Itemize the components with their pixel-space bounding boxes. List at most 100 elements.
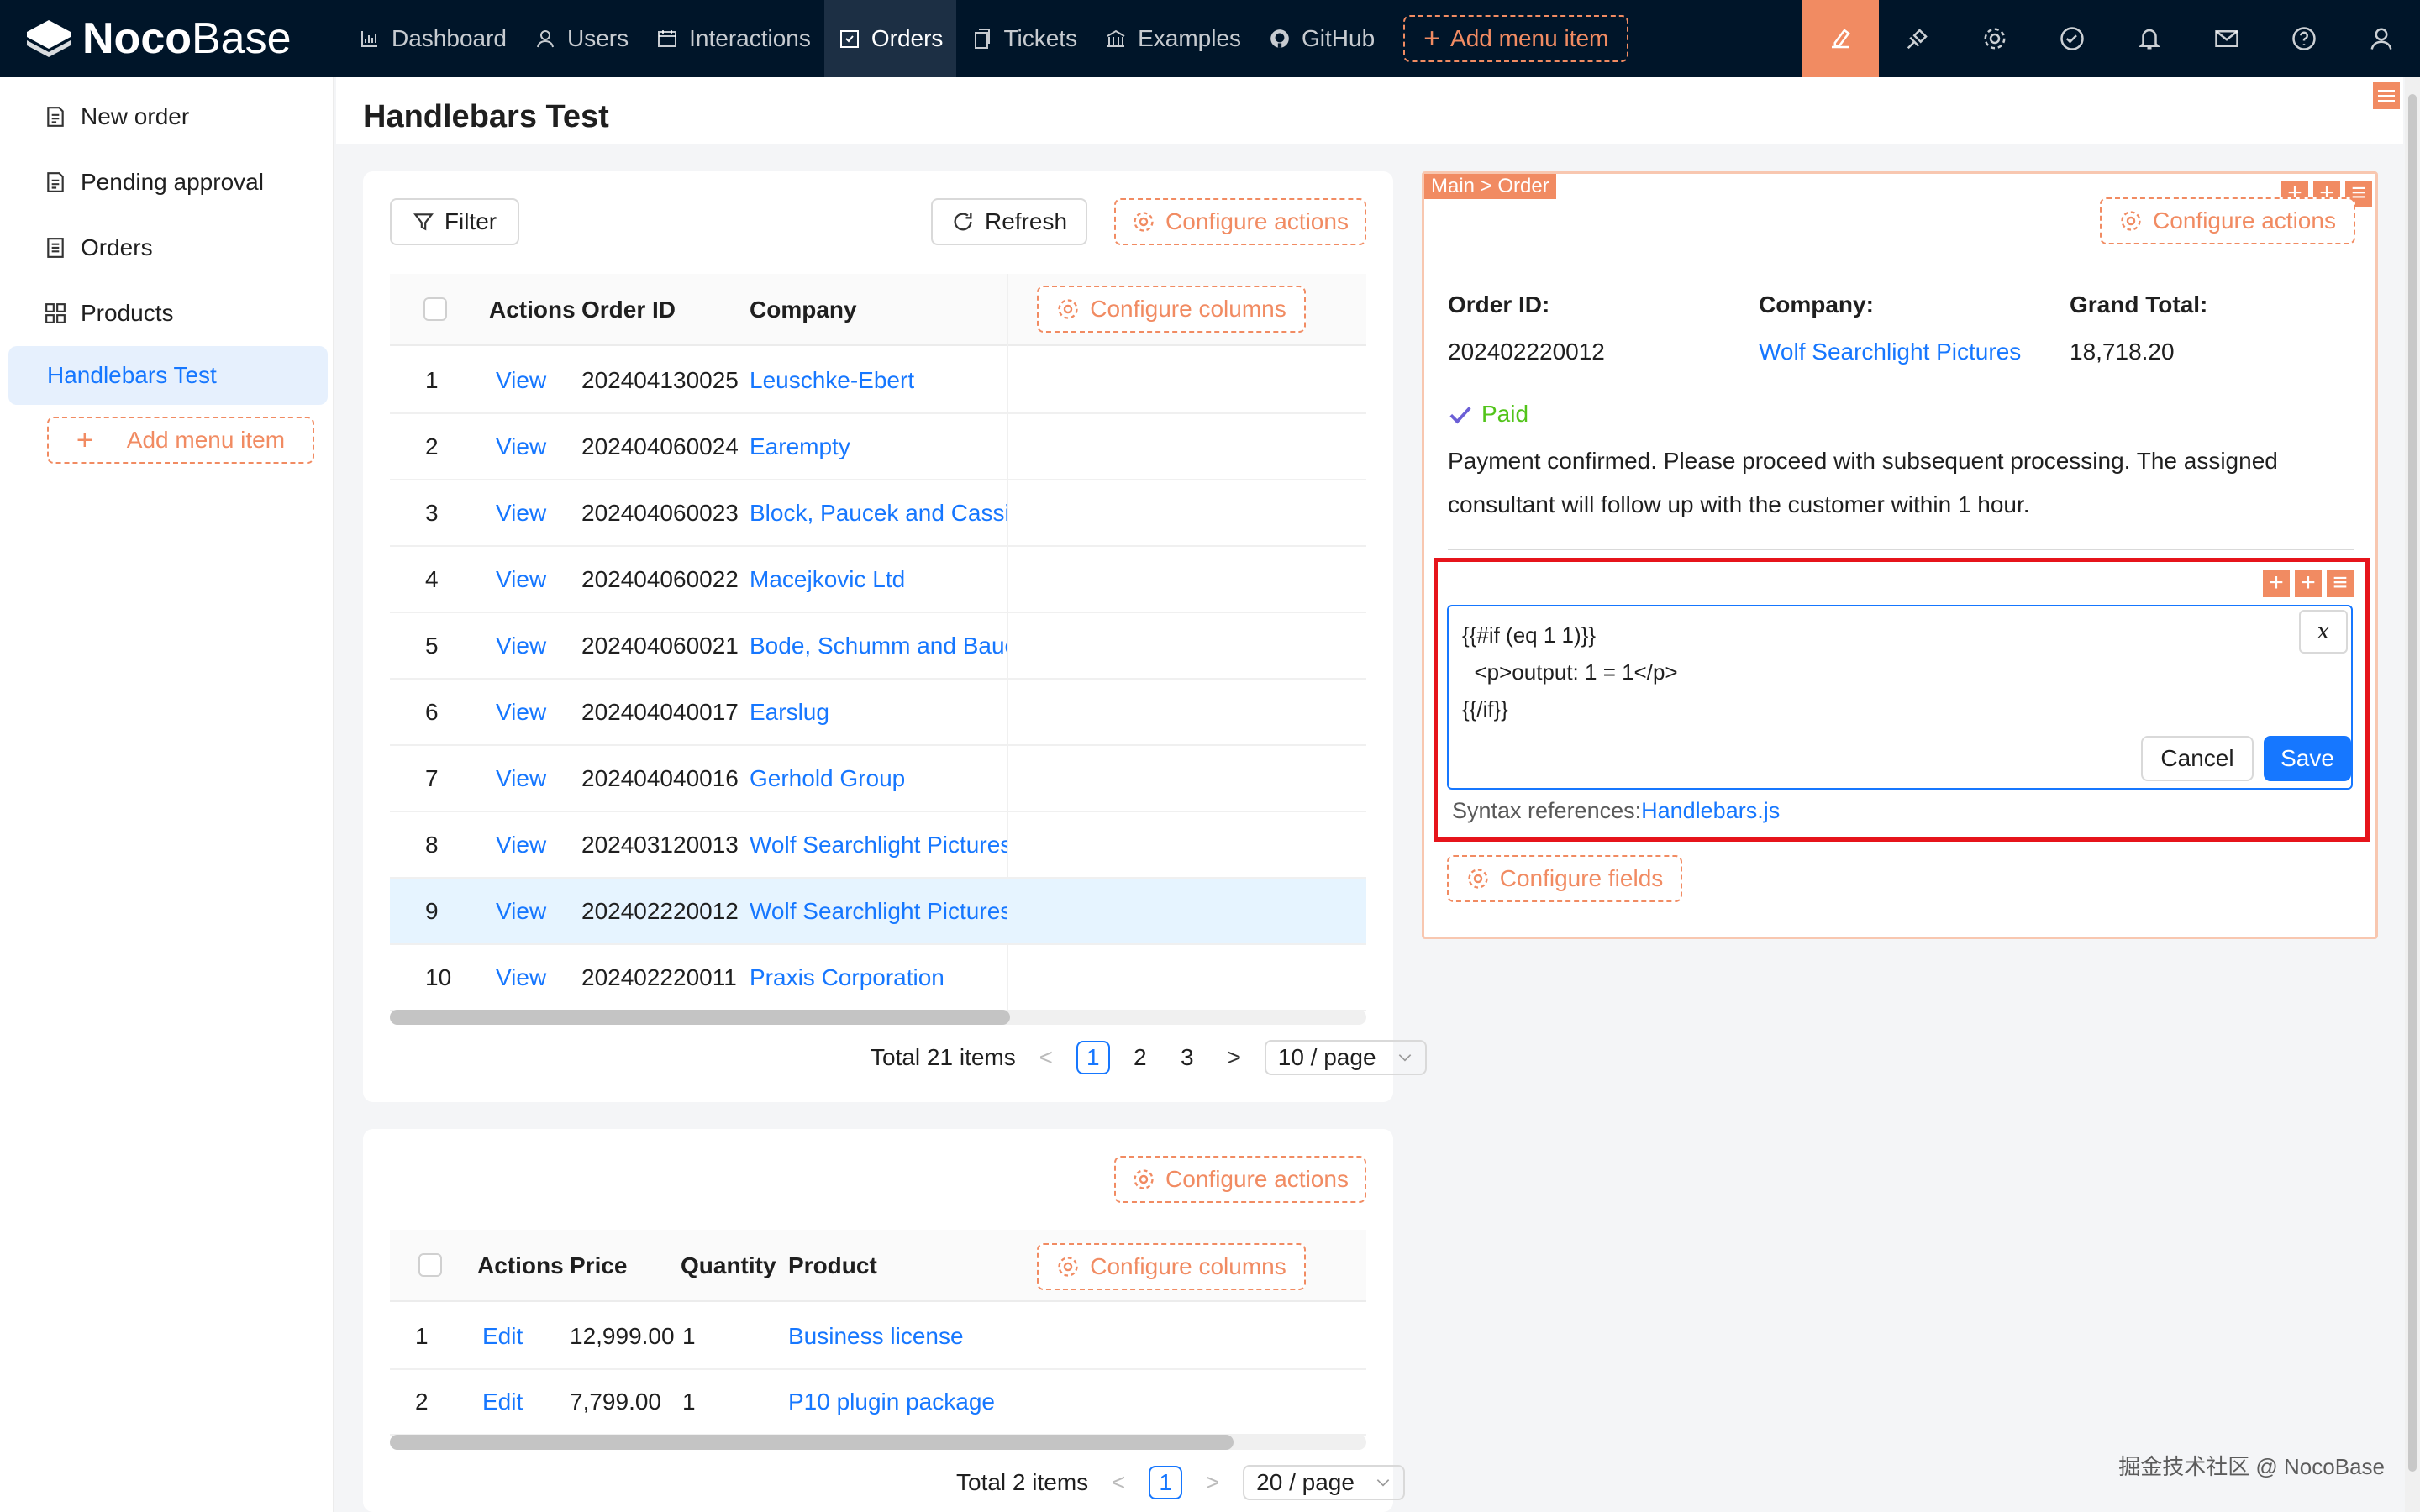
column-header-price[interactable]: Price (570, 1230, 628, 1302)
settings-button[interactable] (1956, 0, 2033, 77)
cell-company-link[interactable]: Macejkovic Ltd (750, 547, 1007, 612)
view-link[interactable]: View (496, 414, 563, 479)
nav-item-users[interactable]: Users (520, 0, 642, 77)
page-2-button[interactable]: 2 (1123, 1041, 1157, 1074)
variable-picker-button[interactable]: x (2299, 610, 2348, 654)
user-menu-button[interactable] (2343, 0, 2420, 77)
edit-link[interactable]: Edit (482, 1304, 550, 1368)
page-1-button[interactable]: 1 (1076, 1041, 1110, 1074)
page-vertical-scrollbar[interactable] (2405, 77, 2420, 1512)
filter-button[interactable]: Filter (390, 198, 519, 245)
view-link[interactable]: View (496, 348, 563, 412)
table-row[interactable]: 1 Edit 12,999.00 1 Business license (390, 1304, 1366, 1370)
cancel-button[interactable]: Cancel (2141, 736, 2254, 781)
page-3-button[interactable]: 3 (1171, 1041, 1204, 1074)
table-row[interactable]: 2 View 202404060024 Earempty (390, 414, 1366, 480)
scrollbar-thumb[interactable] (390, 1010, 1010, 1025)
items-configure-columns-button[interactable]: Configure columns (1037, 1243, 1306, 1290)
column-header-product[interactable]: Product (788, 1230, 877, 1302)
scrollbar-thumb[interactable] (2408, 94, 2417, 1472)
select-all-checkbox[interactable] (424, 297, 447, 321)
next-page-button[interactable]: > (1218, 1041, 1251, 1074)
nav-item-interactions[interactable]: Interactions (642, 0, 824, 77)
cell-company-link[interactable]: Earempty (750, 414, 1007, 479)
nocobase-logo[interactable]: Noco Base (25, 13, 345, 64)
cell-company-link[interactable]: Block, Paucek and Cassin (750, 480, 1007, 545)
column-header-company[interactable]: Company (750, 274, 857, 346)
nav-item-orders[interactable]: Orders (823, 0, 957, 77)
field-value-company-link[interactable]: Wolf Searchlight Pictures (1759, 339, 2021, 365)
add-menu-item-button[interactable]: + Add menu item (1403, 15, 1629, 62)
configure-columns-button[interactable]: Configure columns (1037, 286, 1306, 333)
cell-product-link[interactable]: Business license (788, 1304, 998, 1368)
sidebar-item-new-order[interactable]: New order (8, 87, 328, 146)
sidebar-add-menu-item-button[interactable]: + Add menu item (47, 417, 314, 464)
table-row[interactable]: 10 View 202402220011 Praxis Corporation (390, 945, 1366, 1011)
view-link[interactable]: View (496, 879, 563, 943)
view-link[interactable]: View (496, 547, 563, 612)
table-row[interactable]: 8 View 202403120013 Wolf Searchlight Pictur… (390, 812, 1366, 879)
table-row[interactable]: 6 View 202404040017 Earslug (390, 680, 1366, 746)
sidebar-item-products[interactable]: Products (8, 284, 328, 343)
notifications-button[interactable] (2111, 0, 2188, 77)
view-link[interactable]: View (496, 680, 563, 744)
table-row[interactable]: 7 View 202404040016 Gerhold Group (390, 746, 1366, 812)
save-button[interactable]: Save (2264, 736, 2351, 781)
add-block-icon[interactable]: + (2295, 570, 2322, 597)
cell-company-link[interactable]: Gerhold Group (750, 746, 1007, 811)
column-header-order-id[interactable]: Order ID (581, 274, 676, 346)
table-row[interactable]: 5 View 202404060021 Bode, Schumm and Bauch (390, 613, 1366, 680)
template-code[interactable]: {{#if (eq 1 1)}} <p>output: 1 = 1</p> {{… (1462, 617, 1678, 727)
block-menu-icon[interactable]: ≡ (2327, 570, 2354, 597)
configure-fields-button[interactable]: Configure fields (1447, 855, 1682, 902)
table-row[interactable]: 4 View 202404060022 Macejkovic Ltd (390, 547, 1366, 613)
prev-page-button[interactable]: < (1102, 1466, 1135, 1499)
sidebar-item-handlebars-test[interactable]: Handlebars Test (8, 346, 328, 405)
drag-handle-icon[interactable]: + (2263, 570, 2290, 597)
table-row[interactable]: 2 Edit 7,799.00 1 P10 plugin package (390, 1369, 1366, 1436)
configure-actions-button[interactable]: Configure actions (1114, 198, 1366, 245)
ui-editor-toggle-button[interactable] (1802, 0, 1879, 77)
sidebar-item-orders[interactable]: Orders (8, 218, 328, 277)
plugin-button[interactable] (1879, 0, 1956, 77)
edit-link[interactable]: Edit (482, 1369, 550, 1434)
page-size-select[interactable]: 10 / page (1264, 1040, 1427, 1075)
select-all-checkbox[interactable] (418, 1253, 442, 1277)
sidebar-item-pending-approval[interactable]: Pending approval (8, 153, 328, 212)
items-configure-actions-button[interactable]: Configure actions (1114, 1156, 1366, 1203)
cell-company-link[interactable]: Bode, Schumm and Bauch (750, 613, 1007, 678)
refresh-button[interactable]: Refresh (931, 198, 1087, 245)
handlebars-template-editor[interactable]: {{#if (eq 1 1)}} <p>output: 1 = 1</p> {{… (1447, 605, 2353, 790)
view-link[interactable]: View (496, 480, 563, 545)
page-settings-menu-icon[interactable] (2373, 82, 2400, 109)
cell-company-link[interactable]: Earslug (750, 680, 1007, 744)
workflow-tasks-button[interactable] (2033, 0, 2111, 77)
table-row[interactable]: 9 View 202402220012 Wolf Searchlight Pictur… (390, 879, 1366, 945)
nav-item-github[interactable]: GitHub (1255, 0, 1388, 77)
items-table-horizontal-scrollbar[interactable] (390, 1435, 1366, 1450)
details-configure-actions-button[interactable]: Configure actions (2100, 197, 2355, 244)
table-row[interactable]: 1 View 202404130025 Leuschke-Ebert (390, 348, 1366, 414)
column-header-quantity[interactable]: Quantity (681, 1230, 776, 1302)
view-link[interactable]: View (496, 746, 563, 811)
cell-company-link[interactable]: Wolf Searchlight Pictures (750, 812, 1007, 877)
next-page-button[interactable]: > (1196, 1466, 1229, 1499)
scrollbar-thumb[interactable] (390, 1435, 1234, 1450)
view-link[interactable]: View (496, 812, 563, 877)
cell-company-link[interactable]: Wolf Searchlight Pictures (750, 879, 1007, 943)
cell-product-link[interactable]: P10 plugin package (788, 1369, 998, 1434)
handlebars-docs-link[interactable]: Handlebars.js (1641, 798, 1780, 823)
nav-item-examples[interactable]: Examples (1091, 0, 1255, 77)
help-button[interactable] (2265, 0, 2343, 77)
mail-button[interactable] (2188, 0, 2265, 77)
page-size-select[interactable]: 20 / page (1243, 1465, 1405, 1500)
view-link[interactable]: View (496, 945, 563, 1010)
orders-table-horizontal-scrollbar[interactable] (390, 1010, 1366, 1025)
view-link[interactable]: View (496, 613, 563, 678)
cell-company-link[interactable]: Leuschke-Ebert (750, 348, 1007, 412)
table-row[interactable]: 3 View 202404060023 Block, Paucek and Cassi… (390, 480, 1366, 547)
cell-company-link[interactable]: Praxis Corporation (750, 945, 1007, 1010)
prev-page-button[interactable]: < (1029, 1041, 1063, 1074)
nav-item-dashboard[interactable]: Dashboard (345, 0, 520, 77)
nav-item-tickets[interactable]: Tickets (956, 0, 1091, 77)
